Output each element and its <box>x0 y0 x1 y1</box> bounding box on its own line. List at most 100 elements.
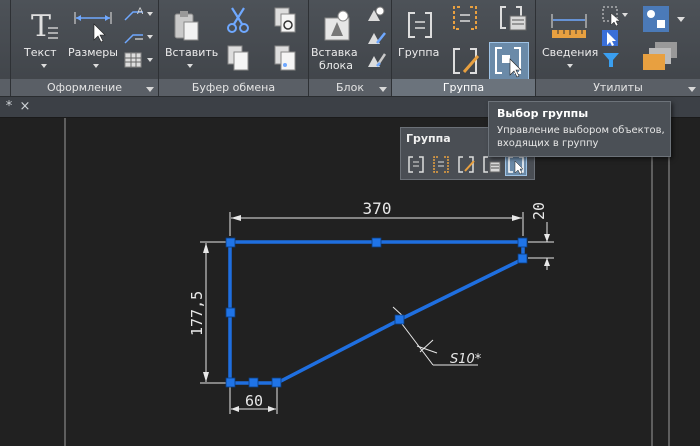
ribbon-panel-left-stub <box>0 0 11 96</box>
svg-text:T: T <box>31 10 51 42</box>
grip-right-lower[interactable] <box>517 253 528 264</box>
copy-base-button[interactable] <box>271 44 299 72</box>
insert-block-label-1: Вставка <box>311 46 358 59</box>
grip-diagonal-mid[interactable] <box>394 314 405 325</box>
panel-title-group: Группа <box>392 79 535 96</box>
panel-block-expand-icon[interactable] <box>379 87 387 92</box>
selection-grips[interactable] <box>225 237 528 388</box>
insert-block-button[interactable]: Вставка блока <box>311 4 363 76</box>
svg-text:A: A <box>137 7 144 17</box>
edit-group-icon <box>458 156 475 173</box>
panel-utilities-expand-icon[interactable] <box>688 87 696 92</box>
toolbar-group-button[interactable] <box>405 153 427 176</box>
leader-icon: A <box>124 7 153 21</box>
copy-base-icon <box>274 45 296 71</box>
panel-title-block-label: Блок <box>336 81 364 94</box>
table-tool-button[interactable] <box>123 50 153 70</box>
group-button-label: Группа <box>398 46 440 59</box>
drawing-canvas[interactable]: 370 20 177,5 60 S10* <box>0 118 700 446</box>
ribbon-panel-annotation: T Текст Размеры A Оформление <box>11 0 159 96</box>
create-block-button[interactable] <box>365 4 387 24</box>
group-select-icon <box>495 47 522 78</box>
group-manager-icon <box>483 156 501 173</box>
tab-close-icon[interactable]: × <box>16 98 34 116</box>
dimension-left-text: 177,5 <box>188 291 206 336</box>
measure-icon <box>551 14 587 38</box>
layers-button[interactable] <box>641 40 689 72</box>
edit-block-button[interactable] <box>365 27 387 47</box>
ribbon-panel-group: Группа Группа <box>392 0 536 96</box>
block-attributes-button[interactable] <box>365 50 387 70</box>
leader-tool-button[interactable]: A <box>123 4 153 24</box>
filter-icon <box>603 53 619 67</box>
ribbon-panel-block: Вставка блока Блок <box>309 0 392 96</box>
group-button[interactable]: Группа <box>396 4 444 74</box>
info-dropdown-icon <box>567 64 573 68</box>
paste-dropdown-icon <box>187 64 193 68</box>
insert-block-label-2: блока <box>319 59 353 72</box>
info-button-label: Сведения <box>542 46 599 59</box>
cut-button[interactable] <box>224 6 252 34</box>
quick-select-icon <box>602 6 628 27</box>
copy-button[interactable] <box>224 44 252 72</box>
group-manager-button[interactable] <box>496 4 530 32</box>
panel-title-utilities: Утилиты <box>536 79 700 96</box>
dimension-top-text: 370 <box>363 199 392 218</box>
ribbon-panel-clipboard: Вставить Буфер обмена <box>159 0 309 96</box>
dimension-bottom-text: 60 <box>245 392 263 410</box>
text-button[interactable]: T Текст <box>19 4 69 74</box>
copy-icon <box>227 45 249 71</box>
grip-top-left[interactable] <box>225 237 236 248</box>
dimension-right-text: 20 <box>530 202 548 220</box>
tooltip-description: Управление выбором объектов, входящих в … <box>497 125 665 149</box>
paste-button[interactable]: Вставить <box>162 4 219 74</box>
group-edit-button[interactable] <box>448 46 482 76</box>
copy-link-button[interactable] <box>271 6 299 34</box>
tooltip-title: Выбор группы <box>497 107 589 120</box>
panel-annotation-expand-icon[interactable] <box>146 87 154 92</box>
select-button[interactable] <box>600 28 622 48</box>
grip-bottom-right[interactable] <box>271 377 282 388</box>
ungroup-icon <box>453 6 477 30</box>
grip-bottom-mid[interactable] <box>248 377 259 388</box>
floating-toolbar-title: Группа <box>406 132 451 145</box>
grip-top-right[interactable] <box>517 237 528 248</box>
quick-select-button[interactable] <box>600 4 630 27</box>
block-attributes-icon <box>368 53 387 67</box>
multileader-tool-button[interactable] <box>123 27 153 47</box>
panel-title-stub <box>0 79 10 96</box>
group-select-button[interactable] <box>489 42 529 80</box>
ungroup-button[interactable] <box>448 4 482 32</box>
group-icon <box>408 12 432 38</box>
paste-icon <box>174 11 199 41</box>
grip-top-mid[interactable] <box>371 237 382 248</box>
dimension-icon <box>74 12 112 43</box>
select-similar-button[interactable] <box>641 4 689 34</box>
ribbon-panel-utilities: Сведения Утилиты <box>536 0 700 96</box>
group-select-icon <box>508 156 524 175</box>
create-block-icon <box>368 6 385 21</box>
cursor-icon <box>602 30 618 46</box>
group-icon <box>408 156 424 173</box>
scissors-icon <box>227 7 249 33</box>
grip-bottom-left[interactable] <box>225 377 236 388</box>
paste-button-label: Вставить <box>165 46 219 59</box>
select-similar-icon <box>643 6 685 32</box>
dimensions-button[interactable]: Размеры <box>66 4 124 74</box>
info-button[interactable]: Сведения <box>540 4 598 74</box>
dimension-right[interactable] <box>528 222 554 270</box>
group-select-tooltip: Выбор группы Управление выбором объектов… <box>488 101 671 157</box>
text-dropdown-icon <box>41 64 47 68</box>
grip-left-mid[interactable] <box>225 307 236 318</box>
filter-button[interactable] <box>600 50 622 70</box>
edit-block-icon <box>368 32 386 44</box>
panel-title-annotation: Оформление <box>11 79 158 96</box>
panel-title-annotation-label: Оформление <box>47 81 122 94</box>
text-icon: T <box>31 10 58 42</box>
dimensions-button-label: Размеры <box>68 46 118 59</box>
toolbar-edit-group-button[interactable] <box>455 153 477 176</box>
panel-title-utilities-label: Утилиты <box>593 81 643 94</box>
multileader-icon <box>124 34 153 44</box>
toolbar-ungroup-button[interactable] <box>430 153 452 176</box>
ribbon: T Текст Размеры A Оформление Вставить Бу… <box>0 0 700 97</box>
